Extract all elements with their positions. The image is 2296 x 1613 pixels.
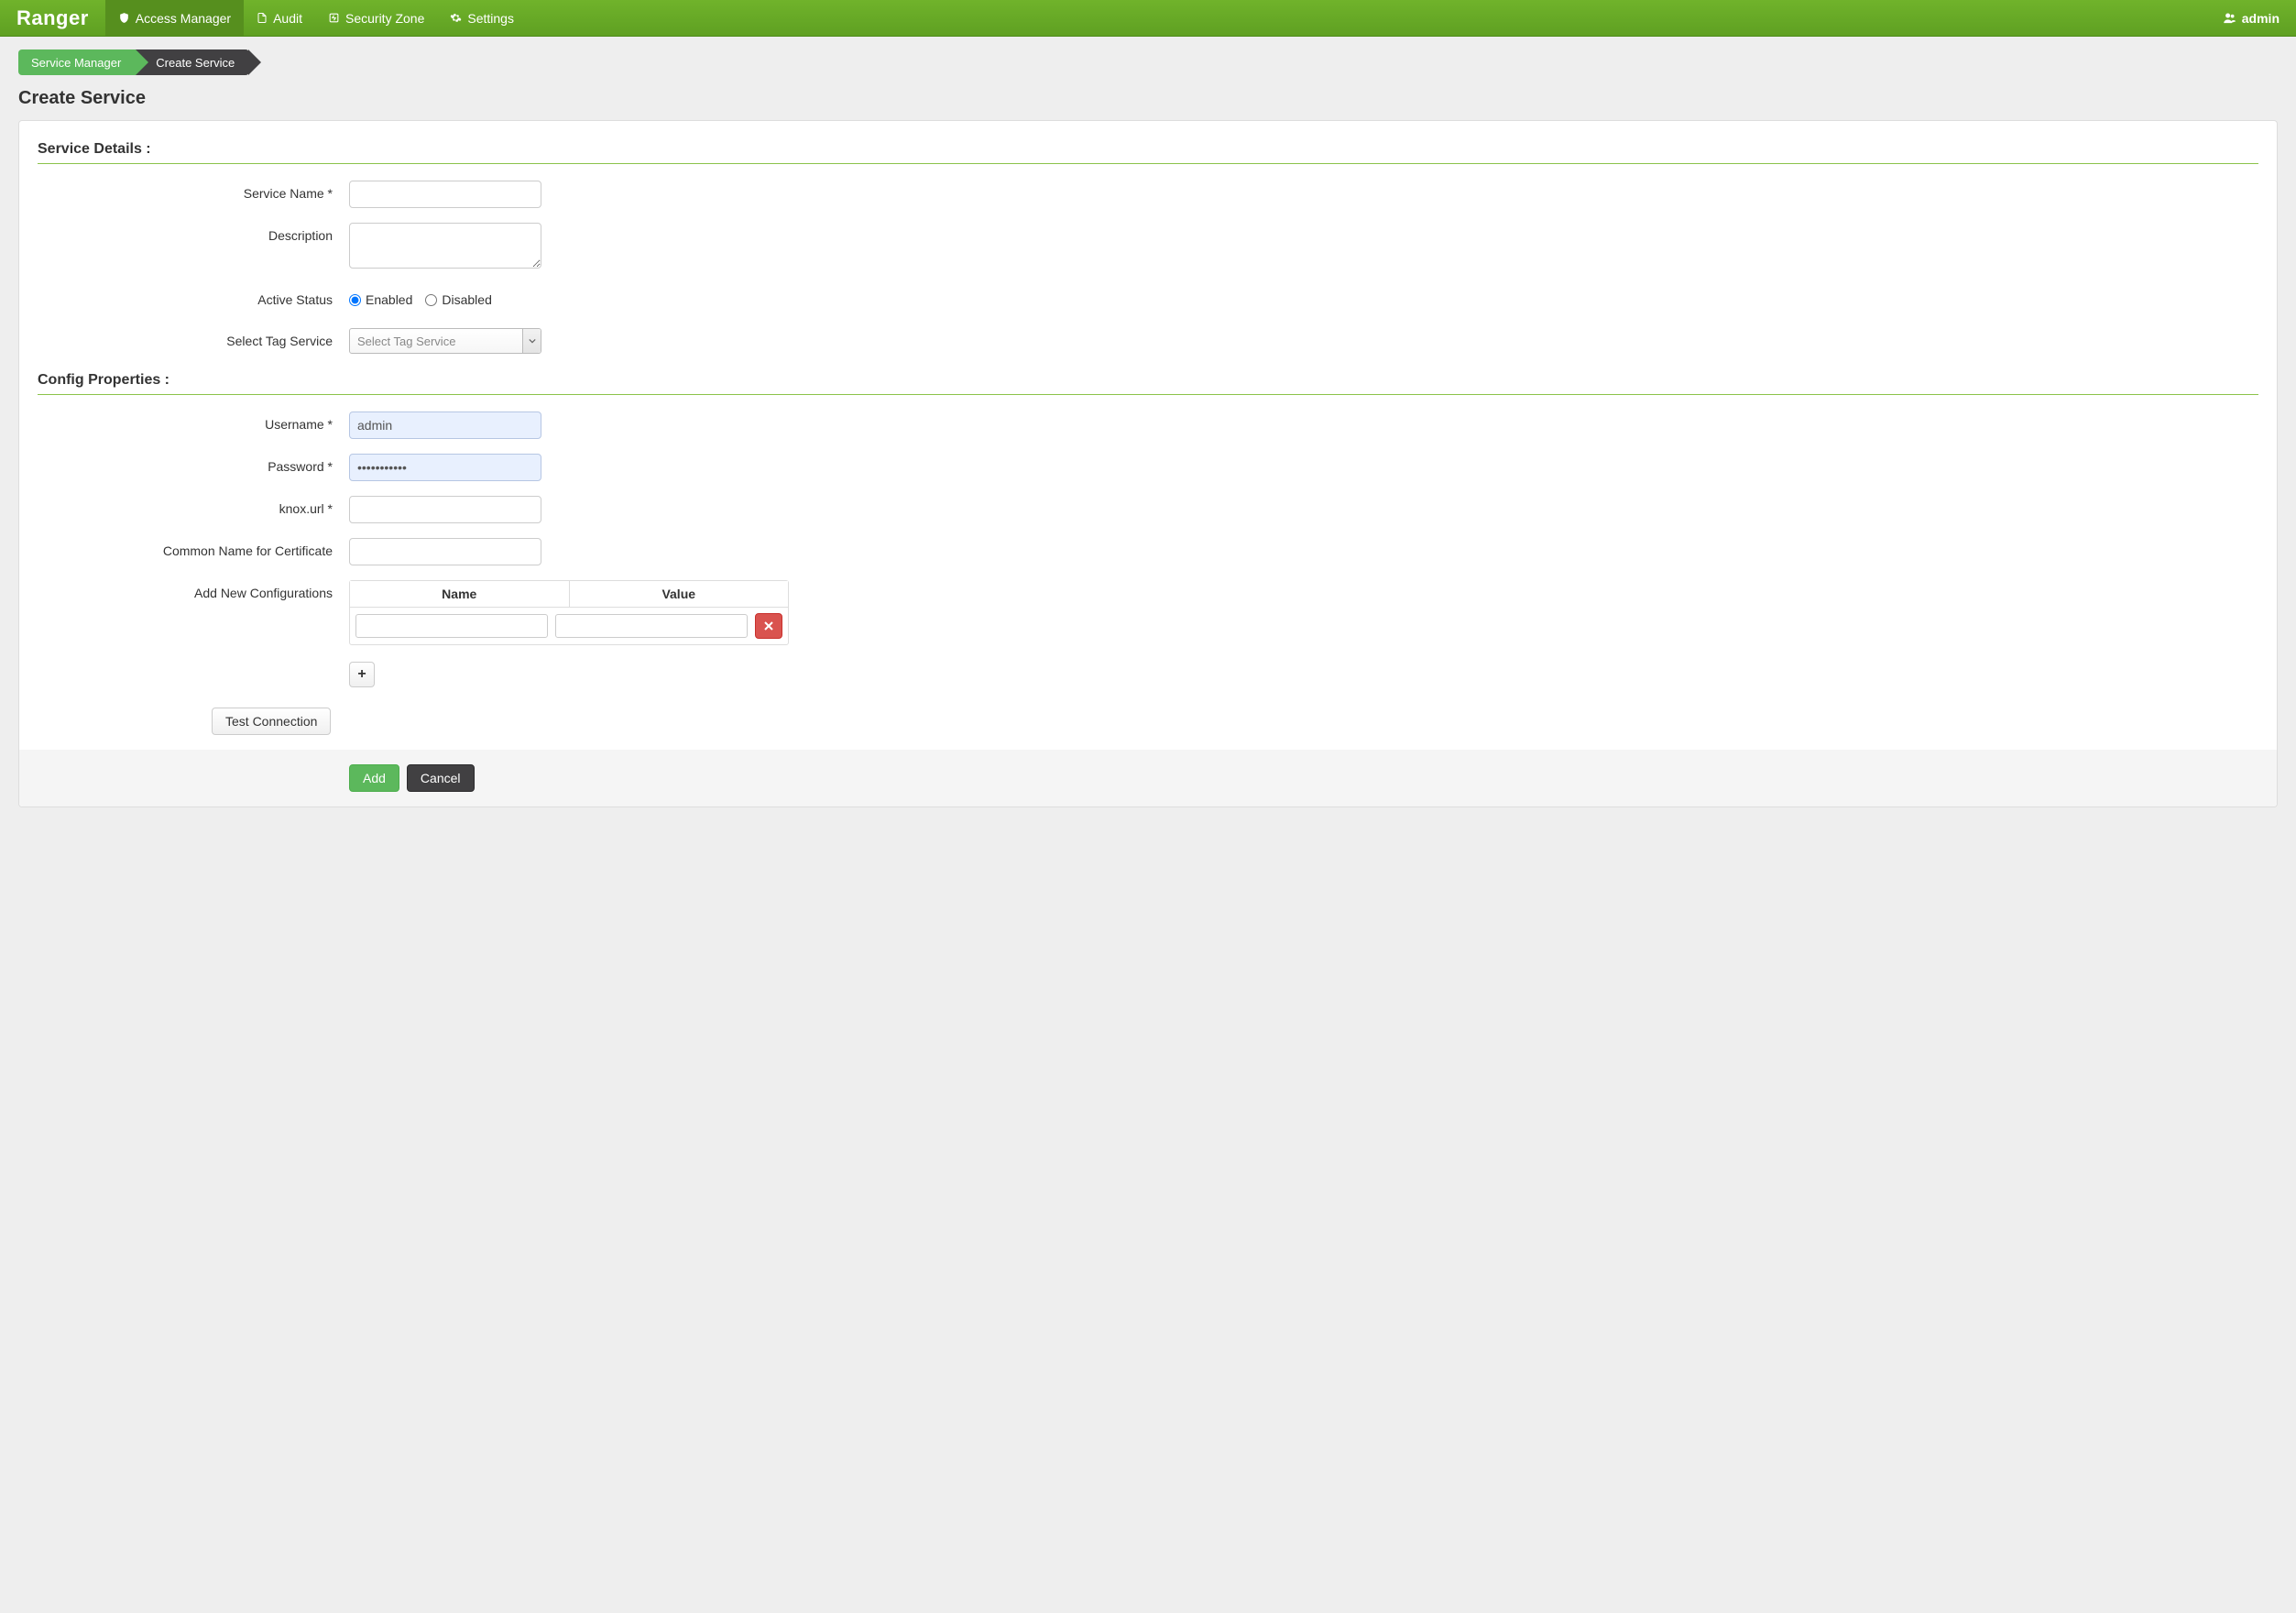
zone-icon: [328, 12, 340, 24]
config-row: [350, 608, 788, 644]
nav-label: Audit: [273, 11, 302, 26]
config-value-input[interactable]: [555, 614, 748, 638]
select-tag-service[interactable]: Select Tag Service: [349, 328, 541, 354]
section-divider: [38, 394, 2258, 395]
label-knox-url: knox.url *: [38, 496, 349, 516]
new-config-table: Name Value: [349, 580, 789, 645]
radio-disabled[interactable]: [425, 294, 437, 306]
brand-logo[interactable]: Ranger: [0, 0, 105, 36]
shield-icon: [118, 12, 130, 24]
username-input[interactable]: [349, 411, 541, 439]
label-username: Username *: [38, 411, 349, 432]
label-password: Password *: [38, 454, 349, 474]
label-select-tag-service: Select Tag Service: [38, 334, 349, 348]
nav-label: Security Zone: [345, 11, 424, 26]
label-add-new-config: Add New Configurations: [38, 580, 349, 600]
close-icon: [764, 621, 773, 631]
section-config-title: Config Properties :: [38, 372, 2258, 389]
user-icon: [2223, 11, 2236, 25]
radio-label: Enabled: [366, 292, 412, 307]
file-icon: [257, 12, 268, 24]
gear-icon: [450, 12, 462, 24]
test-connection-button[interactable]: Test Connection: [212, 708, 331, 735]
nav-label: Settings: [467, 11, 514, 26]
active-status-enabled[interactable]: Enabled: [349, 292, 412, 307]
nav-audit[interactable]: Audit: [244, 0, 315, 36]
section-service-details-title: Service Details :: [38, 141, 2258, 158]
service-name-input[interactable]: [349, 181, 541, 208]
create-service-panel: Service Details : Service Name * Descrip…: [18, 120, 2278, 807]
password-input[interactable]: [349, 454, 541, 481]
config-col-name: Name: [350, 581, 569, 607]
nav-settings[interactable]: Settings: [437, 0, 527, 36]
nav-label: Access Manager: [136, 11, 231, 26]
label-description: Description: [38, 223, 349, 243]
description-input[interactable]: [349, 223, 541, 269]
knox-url-input[interactable]: [349, 496, 541, 523]
label-active-status: Active Status: [38, 292, 349, 307]
add-config-button[interactable]: +: [349, 662, 375, 687]
user-menu[interactable]: admin: [2206, 0, 2296, 36]
breadcrumb-label: Create Service: [156, 56, 235, 70]
top-navbar: Ranger Access Manager Audit Security Zon…: [0, 0, 2296, 37]
add-button[interactable]: Add: [349, 764, 399, 792]
breadcrumb-label: Service Manager: [31, 56, 121, 70]
nav-menu: Access Manager Audit Security Zone Setti…: [105, 0, 527, 36]
active-status-disabled[interactable]: Disabled: [425, 292, 491, 307]
cancel-button[interactable]: Cancel: [407, 764, 475, 792]
radio-enabled[interactable]: [349, 294, 361, 306]
form-actions: Add Cancel: [19, 750, 2277, 806]
nav-access-manager[interactable]: Access Manager: [105, 0, 244, 36]
breadcrumb-create-service: Create Service: [136, 49, 249, 75]
common-name-input[interactable]: [349, 538, 541, 565]
remove-config-button[interactable]: [755, 613, 782, 639]
chevron-down-icon: [522, 329, 541, 353]
breadcrumb-service-manager[interactable]: Service Manager: [18, 49, 136, 75]
config-name-input[interactable]: [355, 614, 548, 638]
nav-security-zone[interactable]: Security Zone: [315, 0, 437, 36]
section-divider: [38, 163, 2258, 164]
config-col-value: Value: [569, 581, 789, 607]
label-service-name: Service Name *: [38, 181, 349, 201]
select-placeholder: Select Tag Service: [357, 335, 455, 348]
user-name: admin: [2242, 11, 2280, 26]
label-common-name: Common Name for Certificate: [38, 538, 349, 558]
breadcrumb: Service Manager Create Service: [18, 49, 2278, 75]
radio-label: Disabled: [442, 292, 491, 307]
page-title: Create Service: [18, 88, 2278, 109]
